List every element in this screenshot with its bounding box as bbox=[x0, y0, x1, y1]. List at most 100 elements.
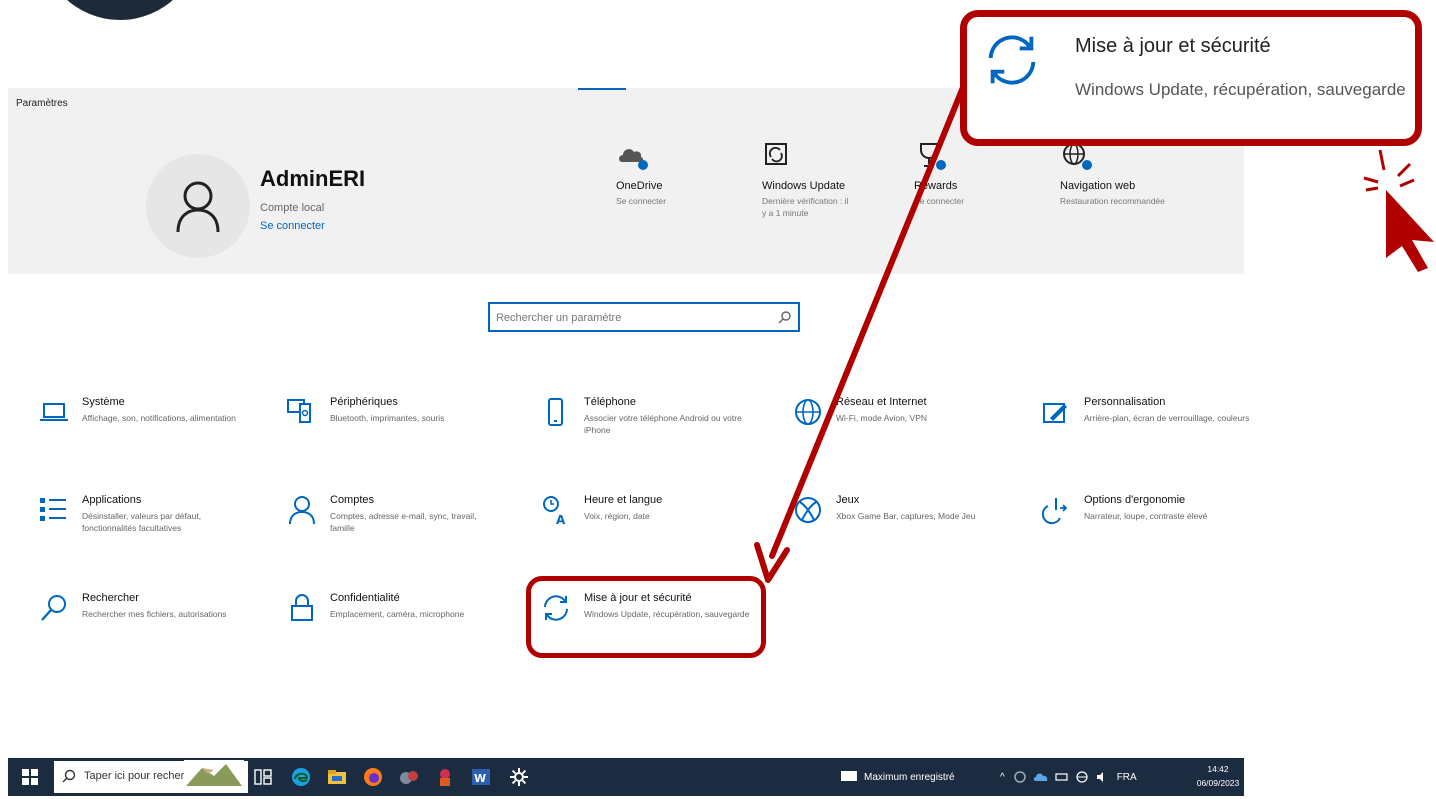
search-highlight-image bbox=[184, 760, 244, 788]
quick-windows-update[interactable]: Windows Update Dernière vérification : i… bbox=[762, 140, 892, 219]
monitor-icon bbox=[841, 771, 857, 781]
user-name: AdminERI bbox=[260, 166, 366, 191]
quick-subtitle: Dernière vérification : il y a 1 minute bbox=[762, 196, 849, 218]
clock-date: 06/09/2023 bbox=[1196, 778, 1240, 788]
magnifier-icon bbox=[62, 769, 76, 783]
devices-icon bbox=[287, 399, 311, 423]
apps-list-icon bbox=[40, 498, 66, 521]
svg-text:W: W bbox=[474, 772, 486, 785]
volume-icon[interactable] bbox=[1095, 770, 1109, 784]
windows-update-icon bbox=[762, 140, 792, 170]
tile-title: Confidentialité bbox=[330, 592, 400, 604]
file-explorer-icon[interactable] bbox=[326, 766, 348, 788]
tile-personnalisation[interactable]: Personnalisation Arrière-plan, écran de … bbox=[1040, 396, 1270, 466]
tile-title: Périphériques bbox=[330, 396, 398, 408]
highlight-box bbox=[526, 576, 766, 658]
quick-navigation-web[interactable]: Navigation web Restauration recommandée bbox=[1060, 140, 1190, 207]
trophy-icon bbox=[914, 140, 946, 170]
quick-rewards[interactable]: Rewards Se connecter bbox=[914, 140, 1044, 207]
callout-title: Mise à jour et sécurité bbox=[1075, 35, 1271, 57]
time-language-icon: A bbox=[543, 496, 566, 526]
click-spark bbox=[1399, 178, 1415, 188]
search-input[interactable] bbox=[496, 309, 766, 326]
tile-desc: Rechercher mes fichiers, autorisations bbox=[82, 609, 227, 619]
tile-desc: Associer votre téléphone Android ou votr… bbox=[584, 413, 742, 435]
cursor-icon bbox=[1386, 190, 1434, 272]
sign-in-link[interactable]: Se connecter bbox=[260, 220, 325, 232]
battery-icon[interactable] bbox=[1055, 771, 1069, 783]
tile-applications[interactable]: Applications Désinstaller, valeurs par d… bbox=[38, 494, 268, 564]
tile-ergonomie[interactable]: Options d'ergonomie Narrateur, loupe, co… bbox=[1040, 494, 1270, 564]
quick-subtitle: Se connecter bbox=[914, 196, 965, 206]
tile-title: Téléphone bbox=[584, 396, 636, 408]
sync-tray-icon[interactable] bbox=[1013, 770, 1027, 784]
click-spark bbox=[1396, 162, 1412, 178]
tile-title: Comptes bbox=[330, 494, 375, 506]
tile-desc: Wi-Fi, mode Avion, VPN bbox=[836, 413, 928, 423]
windows-start-icon[interactable] bbox=[22, 769, 38, 785]
magnifier-icon bbox=[778, 311, 791, 324]
notification-area[interactable]: Maximum enregistré bbox=[840, 758, 955, 796]
tile-rechercher[interactable]: Rechercher Rechercher mes fichiers, auto… bbox=[38, 592, 268, 662]
tile-desc: Bluetooth, imprimantes, souris bbox=[330, 413, 445, 423]
search-icon bbox=[41, 595, 66, 621]
decorative-circle bbox=[40, 0, 200, 20]
click-spark bbox=[1378, 149, 1386, 171]
language-indicator[interactable]: FRA bbox=[1117, 772, 1137, 783]
tile-reseau[interactable]: Réseau et Internet Wi-Fi, mode Avion, VP… bbox=[792, 396, 1022, 466]
tile-heure-langue[interactable]: A Heure et langue Voix, région, date bbox=[540, 494, 770, 564]
sync-icon bbox=[988, 35, 1036, 85]
clock[interactable]: 14:42 06/09/2023 bbox=[1196, 762, 1240, 790]
tile-title: Jeux bbox=[836, 494, 860, 506]
edge-icon[interactable] bbox=[290, 766, 312, 788]
tile-desc: Narrateur, loupe, contraste élevé bbox=[1084, 511, 1208, 521]
firefox-icon[interactable] bbox=[362, 766, 384, 788]
task-view-icon[interactable] bbox=[252, 766, 274, 788]
system-tray[interactable]: ^ FRA bbox=[1000, 758, 1137, 796]
tile-title: Réseau et Internet bbox=[836, 396, 927, 408]
tile-title: Système bbox=[82, 396, 125, 408]
tile-desc: Xbox Game Bar, captures, Mode Jeu bbox=[836, 511, 976, 521]
quick-subtitle: Restauration recommandée bbox=[1060, 196, 1165, 206]
settings-search[interactable] bbox=[488, 302, 800, 332]
notification-text: Maximum enregistré bbox=[864, 771, 955, 783]
click-spark bbox=[1365, 186, 1379, 192]
quick-title: Rewards bbox=[914, 180, 958, 192]
screenshot: Paramètres AdminERI Compte local Se conn… bbox=[0, 0, 1436, 799]
status-dot bbox=[638, 160, 648, 170]
status-dot bbox=[936, 160, 946, 170]
person-icon bbox=[289, 496, 315, 525]
tile-title: Options d'ergonomie bbox=[1084, 494, 1186, 506]
svg-text:A: A bbox=[556, 513, 566, 526]
tile-desc: Désinstaller, valeurs par défaut, foncti… bbox=[82, 511, 202, 533]
settings-gear-icon[interactable] bbox=[508, 766, 530, 788]
tile-systeme[interactable]: Système Affichage, son, notifications, a… bbox=[38, 396, 268, 466]
app-icon[interactable] bbox=[398, 766, 420, 788]
quick-title: Navigation web bbox=[1060, 180, 1136, 192]
xbox-icon bbox=[795, 497, 821, 523]
app-icon[interactable] bbox=[434, 766, 456, 788]
network-icon[interactable] bbox=[1075, 770, 1089, 784]
phone-icon bbox=[548, 398, 563, 426]
tile-title: Rechercher bbox=[82, 592, 139, 604]
tile-peripheriques[interactable]: Périphériques Bluetooth, imprimantes, so… bbox=[286, 396, 516, 466]
quick-subtitle: Se connecter bbox=[616, 196, 667, 206]
quick-onedrive[interactable]: OneDrive Se connecter bbox=[616, 140, 746, 207]
lock-icon bbox=[291, 594, 313, 621]
clock-time: 14:42 bbox=[1207, 764, 1229, 774]
avatar[interactable] bbox=[146, 154, 250, 258]
tile-jeux[interactable]: Jeux Xbox Game Bar, captures, Mode Jeu bbox=[792, 494, 1022, 564]
tile-comptes[interactable]: Comptes Comptes, adresse e-mail, sync, t… bbox=[286, 494, 516, 564]
user-icon bbox=[176, 181, 220, 233]
account-type: Compte local bbox=[260, 202, 325, 214]
quick-title: OneDrive bbox=[616, 180, 663, 192]
chevron-up-icon[interactable]: ^ bbox=[1000, 772, 1005, 783]
tile-telephone[interactable]: Téléphone Associer votre téléphone Andro… bbox=[540, 396, 770, 466]
word-icon[interactable]: W bbox=[470, 766, 492, 788]
tile-confidentialite[interactable]: Confidentialité Emplacement, caméra, mic… bbox=[286, 592, 516, 662]
window-title: Paramètres bbox=[16, 98, 68, 109]
onedrive-tray-icon[interactable] bbox=[1033, 771, 1049, 783]
accessibility-icon bbox=[1041, 498, 1068, 525]
tile-desc: Arrière-plan, écran de verrouillage, cou… bbox=[1084, 413, 1250, 423]
taskbar: Taper ici pour rechercher W Maximum enre… bbox=[8, 758, 1244, 796]
